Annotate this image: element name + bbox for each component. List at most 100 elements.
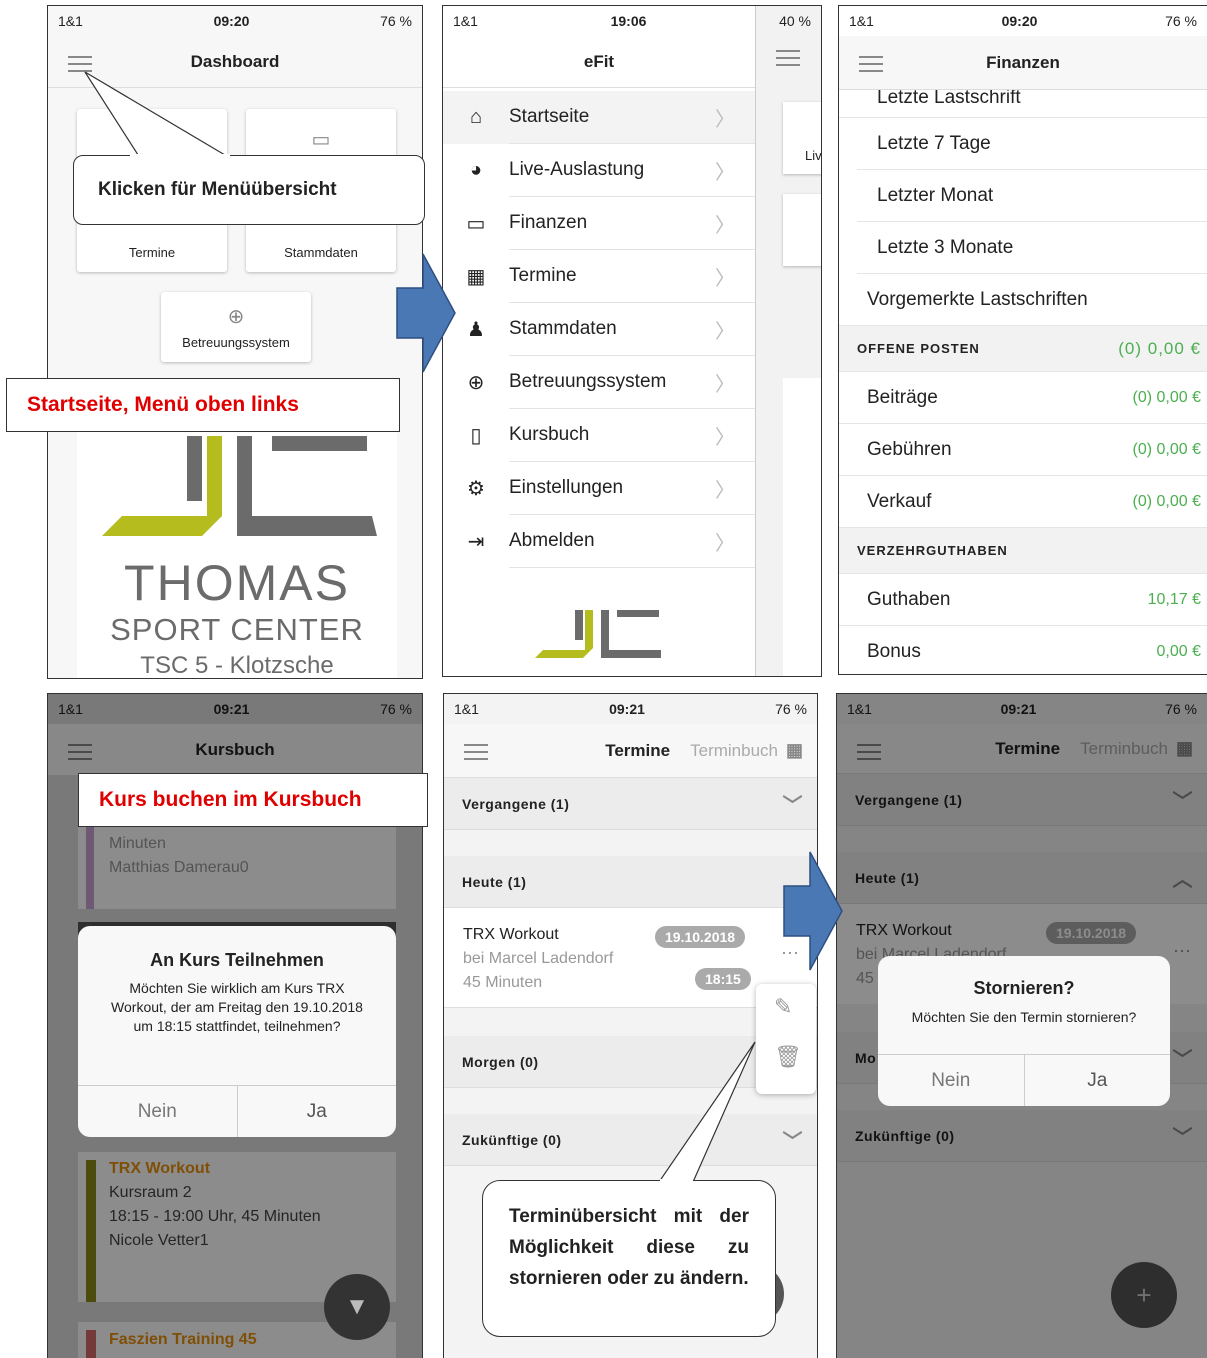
nein-button[interactable]: Nein: [878, 1055, 1024, 1106]
time-badge: 18:15: [695, 968, 751, 990]
logo-card: THOMAS SPORT CENTER TSC 5 - Klotzsche: [77, 426, 397, 679]
menu-underlay: Liv: [755, 6, 821, 676]
dialog-title: Stornieren?: [973, 978, 1075, 998]
peek-tile: Liv: [783, 102, 821, 174]
callout-kursbuch: Kurs buchen im Kursbuch: [78, 773, 428, 827]
menu-item-kursbuch[interactable]: ▯ Kursbuch 〉: [443, 409, 755, 462]
clock: 09:20: [213, 13, 250, 29]
signal-label: 1&1: [454, 701, 479, 717]
status-bar: 1&1 09:20 76 %: [48, 6, 422, 36]
gear-icon: ⚙: [467, 478, 485, 500]
row-7-tage[interactable]: Letzte 7 Tage: [857, 118, 1207, 170]
section-verzehrguthaben: VERZEHRGUTHABEN: [839, 528, 1207, 574]
chevron-right-icon: 〉: [715, 533, 735, 555]
chevron-right-icon: 〉: [715, 427, 735, 449]
tsc-logo: [102, 436, 377, 536]
battery-label: 40 %: [779, 13, 811, 29]
battery-label: 76 %: [1165, 13, 1197, 29]
tile-label: Stammdaten: [284, 245, 358, 260]
dialog-teilnehmen: An Kurs Teilnehmen Möchten Sie wirklich …: [78, 926, 396, 1137]
callout-termine: Terminübersicht mit der Möglichkeit dies…: [482, 1180, 776, 1337]
trash-icon[interactable]: 🗑: [774, 1044, 802, 1070]
tsc-logo-small: [535, 610, 661, 658]
ja-button[interactable]: Ja: [1023, 1055, 1171, 1106]
menu-item-finanzen[interactable]: ▭ Finanzen 〉: [443, 197, 755, 250]
book-icon: ▯: [470, 425, 482, 447]
chevron-right-icon: 〉: [715, 215, 735, 237]
chevron-right-icon: 〉: [715, 268, 735, 290]
callout-pointer: [657, 1041, 756, 1183]
tab-termine[interactable]: Termine: [605, 741, 670, 761]
section-vergangene[interactable]: Vergangene (1) ﹀: [444, 778, 817, 830]
menu-header: eFit: [443, 36, 755, 88]
card-icon: ▭: [466, 213, 486, 235]
callout-pointer-cover: [660, 1179, 693, 1182]
tile-betreuungssystem[interactable]: ⊕ Betreuungssystem: [161, 292, 311, 362]
row-3-monate[interactable]: Letzte 3 Monate: [857, 222, 1207, 274]
clock: 09:21: [609, 701, 645, 717]
phone-menu: 1&1 19:06 40 % eFit Liv ⌂ Startseite 〉 ◕ Li…: [442, 5, 822, 677]
filter-button[interactable]: ▼: [324, 1274, 390, 1340]
chevron-down-icon: ﹀: [782, 795, 803, 817]
page-title: Finanzen: [986, 52, 1060, 72]
menu-item-startseite[interactable]: ⌂ Startseite 〉: [443, 91, 755, 144]
menu-item-live-auslastung[interactable]: ◕ Live-Auslastung 〉: [443, 144, 755, 197]
peek-logo: [783, 378, 821, 676]
menu-item-abmelden[interactable]: ⇥ Abmelden 〉: [443, 515, 755, 568]
chevron-right-icon: 〉: [715, 374, 735, 396]
calendar-icon: ▦: [785, 740, 803, 760]
page-title: Dashboard: [190, 51, 280, 71]
row-vorgemerkte[interactable]: Vorgemerkte Lastschriften: [839, 274, 1207, 326]
hamburger-menu-icon[interactable]: [776, 50, 800, 71]
clock: 09:20: [1001, 13, 1038, 29]
date-badge: 19.10.2018: [655, 926, 746, 948]
row-gebuehren[interactable]: Gebühren (0) 0,00 €: [839, 424, 1207, 476]
filter-icon: ▼: [345, 1293, 369, 1320]
menu-item-termine[interactable]: ▦ Termine 〉: [443, 250, 755, 303]
row-verkauf[interactable]: Verkauf (0) 0,00 €: [839, 476, 1207, 528]
callout-pointer-cover: [130, 154, 230, 157]
signal-label: 1&1: [58, 13, 83, 29]
menu-item-einstellungen[interactable]: ⚙ Einstellungen 〉: [443, 462, 755, 515]
clock: 19:06: [610, 13, 647, 29]
menu-item-betreuungssystem[interactable]: ⊕ Betreuungssystem 〉: [443, 356, 755, 409]
logo-line3: TSC 5 - Klotzsche: [140, 652, 334, 679]
phone-finanzen: 1&1 09:20 76 % Finanzen Letzte Lastschri…: [838, 5, 1207, 675]
row-bonus[interactable]: Bonus 0,00 €: [839, 626, 1207, 674]
arrow-right-icon: [396, 253, 456, 373]
tile-label: Betreuungssystem: [182, 335, 290, 350]
section-heute[interactable]: Heute (1): [444, 856, 817, 908]
home-icon: ⌂: [469, 106, 483, 128]
appt-duration: 45 Minuten: [463, 974, 543, 991]
logout-icon: ⇥: [467, 531, 485, 553]
callout-menu: Klicken für Menüübersicht: [73, 155, 425, 225]
battery-label: 76 %: [380, 13, 412, 29]
battery-label: 76 %: [775, 701, 807, 717]
row-beitraege[interactable]: Beiträge (0) 0,00 €: [839, 372, 1207, 424]
arrow-right-icon: [783, 851, 843, 971]
chevron-right-icon: 〉: [715, 480, 735, 502]
edit-icon[interactable]: ✎: [774, 994, 792, 1020]
row-guthaben[interactable]: Guthaben 10,17 €: [839, 574, 1207, 626]
status-bar: 1&1 09:20 76 %: [839, 6, 1207, 36]
callout-startseite: Startseite, Menü oben links: [6, 378, 400, 432]
tile-label: Termine: [128, 245, 176, 260]
nein-button[interactable]: Nein: [78, 1086, 237, 1137]
signal-label: 1&1: [453, 13, 478, 29]
hamburger-menu-icon[interactable]: [859, 56, 883, 77]
menu-item-stammdaten[interactable]: ♟ Stammdaten 〉: [443, 303, 755, 356]
row-letzter-monat[interactable]: Letzter Monat: [857, 170, 1207, 222]
hamburger-menu-icon[interactable]: [464, 744, 488, 765]
signal-label: 1&1: [849, 13, 874, 29]
appt-title: TRX Workout: [463, 926, 559, 943]
logo-line2: SPORT CENTER: [110, 612, 364, 647]
dialog-stornieren: Stornieren? Möchten Sie den Termin storn…: [878, 956, 1170, 1106]
chevron-right-icon: 〉: [715, 109, 735, 131]
lifebuoy-icon: ⊕: [227, 306, 245, 328]
status-bar: 1&1 09:21 76 %: [444, 694, 817, 724]
ja-button[interactable]: Ja: [236, 1086, 397, 1137]
dialog-message: Möchten Sie den Termin stornieren?: [911, 1009, 1137, 1025]
dialog-message: Möchten Sie wirklich am Kurs TRX Workout…: [111, 980, 363, 1034]
chevron-right-icon: 〉: [715, 162, 735, 184]
tab-terminbuch[interactable]: Terminbuch: [690, 741, 778, 761]
